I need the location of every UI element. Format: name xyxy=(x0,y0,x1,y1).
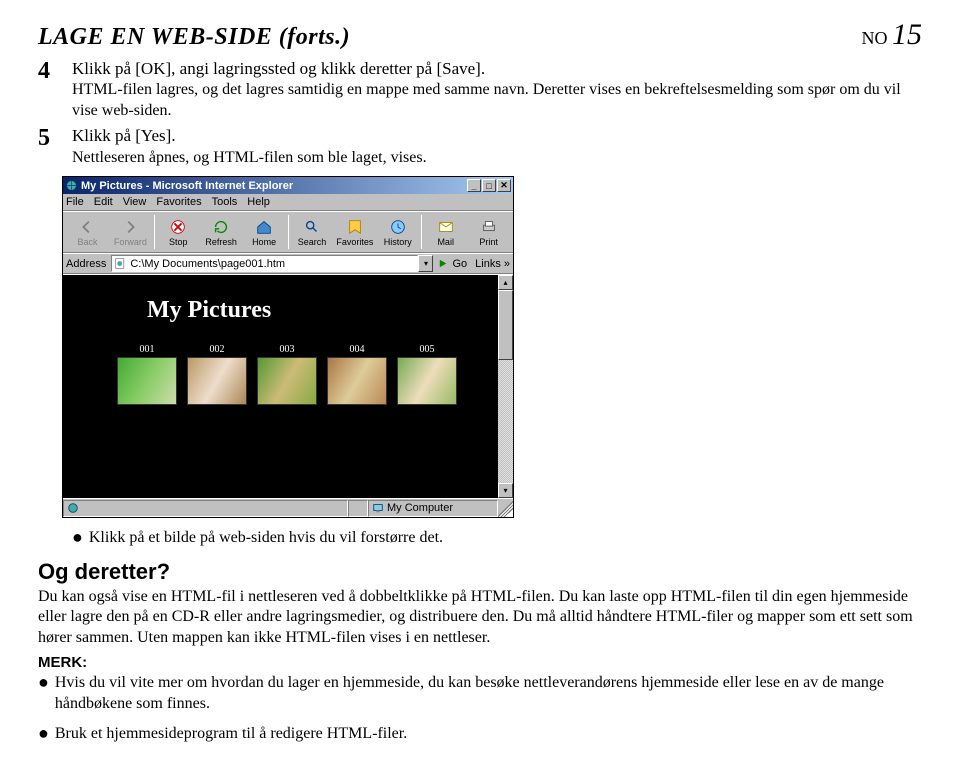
window-title: My Pictures - Microsoft Internet Explore… xyxy=(81,180,467,192)
favorites-button[interactable]: Favorites xyxy=(333,218,376,247)
address-label: Address xyxy=(66,258,106,270)
bullet-item: ● Klikk på et bilde på web-siden hvis du… xyxy=(38,528,922,548)
bullet-icon: ● xyxy=(72,528,83,546)
go-icon xyxy=(437,257,450,270)
browser-window: My Pictures - Microsoft Internet Explore… xyxy=(62,176,514,518)
ie-icon xyxy=(65,179,78,192)
forward-button[interactable]: Forward xyxy=(109,218,152,247)
page-heading: My Pictures xyxy=(63,275,498,324)
scroll-down-button[interactable]: ▾ xyxy=(498,483,513,498)
menu-help[interactable]: Help xyxy=(247,196,270,208)
step-number: 4 xyxy=(38,58,72,121)
paragraph: Du kan også vise en HTML-fil i nettleser… xyxy=(38,587,922,648)
address-input[interactable]: C:\My Documents\page001.htm xyxy=(111,255,418,272)
address-dropdown[interactable]: ▾ xyxy=(418,255,433,272)
status-seg xyxy=(348,500,368,517)
thumbnail[interactable]: 002 xyxy=(187,344,247,405)
note-heading: MERK: xyxy=(38,654,922,671)
page-number: NO 15 xyxy=(862,18,923,52)
computer-icon xyxy=(372,502,384,514)
menu-view[interactable]: View xyxy=(123,196,147,208)
print-button[interactable]: Print xyxy=(467,218,510,247)
menu-tools[interactable]: Tools xyxy=(212,196,238,208)
back-button[interactable]: Back xyxy=(66,218,109,247)
step-lead: Klikk på [Yes]. xyxy=(72,126,176,145)
menu-edit[interactable]: Edit xyxy=(94,196,113,208)
thumbnail[interactable]: 001 xyxy=(117,344,177,405)
vertical-scrollbar[interactable]: ▴ ▾ xyxy=(498,275,513,498)
go-button[interactable]: Go xyxy=(437,257,467,270)
bullet-icon: ● xyxy=(38,673,49,691)
titlebar: My Pictures - Microsoft Internet Explore… xyxy=(63,177,513,194)
scroll-up-button[interactable]: ▴ xyxy=(498,275,513,290)
menu-favorites[interactable]: Favorites xyxy=(156,196,201,208)
step-4: 4 Klikk på [OK], angi lagringssted og kl… xyxy=(38,58,922,121)
step-text: HTML-filen lagres, og det lagres samtidi… xyxy=(72,81,901,118)
maximize-button[interactable]: □ xyxy=(482,179,496,192)
thumbnail-row: 001 002 003 004 005 xyxy=(63,324,498,405)
status-left xyxy=(63,500,348,517)
refresh-button[interactable]: Refresh xyxy=(200,218,243,247)
step-lead: Klikk på [OK], angi lagringssted og klik… xyxy=(72,59,485,78)
status-zone: My Computer xyxy=(368,500,498,517)
ie-status-icon xyxy=(67,502,79,514)
statusbar: My Computer xyxy=(63,498,513,517)
thumbnail[interactable]: 004 xyxy=(327,344,387,405)
thumbnail[interactable]: 003 xyxy=(257,344,317,405)
close-button[interactable]: ✕ xyxy=(497,179,511,192)
stop-button[interactable]: Stop xyxy=(157,218,200,247)
step-text: Nettleseren åpnes, og HTML-filen som ble… xyxy=(72,149,427,166)
step-number: 5 xyxy=(38,125,72,168)
bullet-item: ● Hvis du vil vite mer om hvordan du lag… xyxy=(38,673,922,714)
page-title: LAGE EN WEB-SIDE (forts.) xyxy=(38,24,350,51)
address-bar: Address C:\My Documents\page001.htm ▾ Go… xyxy=(63,253,513,274)
menu-file[interactable]: File xyxy=(66,196,84,208)
scroll-thumb[interactable] xyxy=(498,290,513,360)
home-button[interactable]: Home xyxy=(243,218,286,247)
menubar: File Edit View Favorites Tools Help xyxy=(63,194,513,211)
search-button[interactable]: Search xyxy=(291,218,334,247)
links-label[interactable]: Links » xyxy=(475,258,510,270)
toolbar: Back Forward Stop Refresh Home Search Fa… xyxy=(63,211,513,253)
step-5: 5 Klikk på [Yes]. Nettleseren åpnes, og … xyxy=(38,125,922,168)
mail-button[interactable]: Mail xyxy=(424,218,467,247)
thumbnail[interactable]: 005 xyxy=(397,344,457,405)
minimize-button[interactable]: _ xyxy=(467,179,481,192)
bullet-icon: ● xyxy=(38,724,49,742)
resize-grip[interactable] xyxy=(498,500,513,517)
bullet-item: ● Bruk et hjemmesideprogram til å redige… xyxy=(38,724,922,744)
history-button[interactable]: History xyxy=(376,218,419,247)
ie-page-icon xyxy=(114,257,127,270)
browser-content: My Pictures 001 002 003 004 005 ▴ ▾ xyxy=(63,274,513,498)
section-heading: Og deretter? xyxy=(38,559,922,585)
